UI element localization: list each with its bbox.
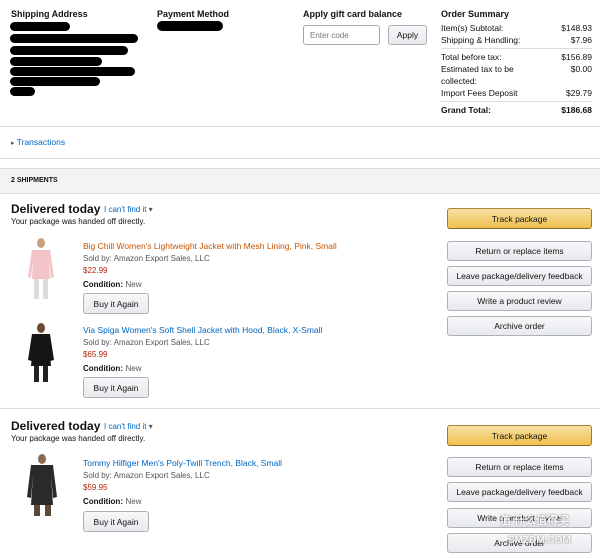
item-seller: Sold by: Amazon Export Sales, LLC: [83, 471, 210, 480]
summary-row-tax-cont: collected:: [441, 76, 477, 86]
gift-card-code-input[interactable]: [303, 25, 380, 45]
summary-row-import-fees: Import Fees Deposit $29.79: [441, 88, 592, 98]
return-replace-button[interactable]: Return or replace items: [447, 457, 592, 477]
return-replace-button[interactable]: Return or replace items: [447, 241, 592, 261]
item-seller: Sold by: Amazon Export Sales, LLC: [83, 254, 210, 263]
section-divider: [0, 126, 600, 127]
product-image-black-jacket[interactable]: [20, 322, 62, 384]
transactions-link[interactable]: ▸ Transactions: [11, 137, 65, 147]
expand-arrow-icon: ▸: [11, 140, 15, 147]
shipments-count: 2 SHIPMENTS: [11, 177, 58, 184]
product-image-trench-coat[interactable]: [20, 453, 65, 518]
item-price: $65.99: [83, 350, 108, 359]
summary-row-shipping: Shipping & Handling: $7.96: [441, 35, 592, 45]
item-condition: Condition: New: [83, 280, 142, 289]
payment-method-title: Payment Method: [157, 9, 230, 19]
track-package-button[interactable]: Track package: [447, 425, 592, 446]
item-title-link[interactable]: Via Spiga Women's Soft Shell Jacket with…: [83, 325, 322, 335]
shipping-address-title: Shipping Address: [11, 9, 88, 19]
item-seller: Sold by: Amazon Export Sales, LLC: [83, 338, 210, 347]
shipment-2-substatus: Your package was handed off directly.: [11, 434, 146, 443]
shipment-1-substatus: Your package was handed off directly.: [11, 217, 146, 226]
archive-order-button[interactable]: Archive order: [447, 316, 592, 336]
transactions-label: Transactions: [16, 137, 66, 147]
buy-it-again-button[interactable]: Buy it Again: [83, 293, 149, 314]
buy-it-again-button[interactable]: Buy it Again: [83, 377, 149, 398]
order-summary-title: Order Summary: [441, 9, 510, 19]
summary-divider-2: [441, 101, 592, 102]
shipment-divider: [0, 408, 600, 409]
item-title-link[interactable]: Tommy Hilfiger Men's Poly-Twill Trench, …: [83, 458, 282, 468]
shipments-header-bar: 2 SHIPMENTS: [0, 168, 600, 194]
section-divider: [0, 158, 600, 159]
shipment-2-cant-find-link[interactable]: I can't find it ▾: [104, 422, 153, 431]
summary-row-grand-total: Grand Total: $186.68: [441, 105, 592, 115]
item-condition: Condition: New: [83, 364, 142, 373]
summary-row-subtotal: Item(s) Subtotal: $148.93: [441, 23, 592, 33]
caret-down-icon: ▾: [148, 205, 153, 214]
write-review-button[interactable]: Write a product review: [447, 291, 592, 311]
apply-gift-card-button[interactable]: Apply: [388, 25, 427, 45]
item-title-link[interactable]: Big Chill Women's Lightweight Jacket wit…: [83, 241, 337, 251]
product-image-pink-jacket[interactable]: [20, 237, 62, 302]
leave-feedback-button[interactable]: Leave package/delivery feedback: [447, 266, 592, 286]
watermark-domain: SMZDM.COM: [508, 535, 571, 546]
watermark-logo: 值 什么值得买: [500, 515, 570, 527]
item-condition: Condition: New: [83, 497, 142, 506]
summary-row-tax: Estimated tax to be $0.00: [441, 64, 592, 74]
gift-card-title: Apply gift card balance: [303, 9, 403, 19]
shipment-1-cant-find-link[interactable]: I can't find it ▾: [104, 205, 153, 214]
summary-divider: [441, 48, 592, 49]
summary-row-before-tax: Total before tax: $156.89: [441, 52, 592, 62]
leave-feedback-button[interactable]: Leave package/delivery feedback: [447, 482, 592, 502]
track-package-button[interactable]: Track package: [447, 208, 592, 229]
item-price: $59.95: [83, 483, 108, 492]
payment-redaction: [157, 21, 223, 31]
shipment-2-status: Delivered today: [11, 419, 101, 433]
shipment-1-status: Delivered today: [11, 202, 101, 216]
item-price: $22.99: [83, 266, 108, 275]
caret-down-icon: ▾: [148, 422, 153, 431]
buy-it-again-button[interactable]: Buy it Again: [83, 511, 149, 532]
